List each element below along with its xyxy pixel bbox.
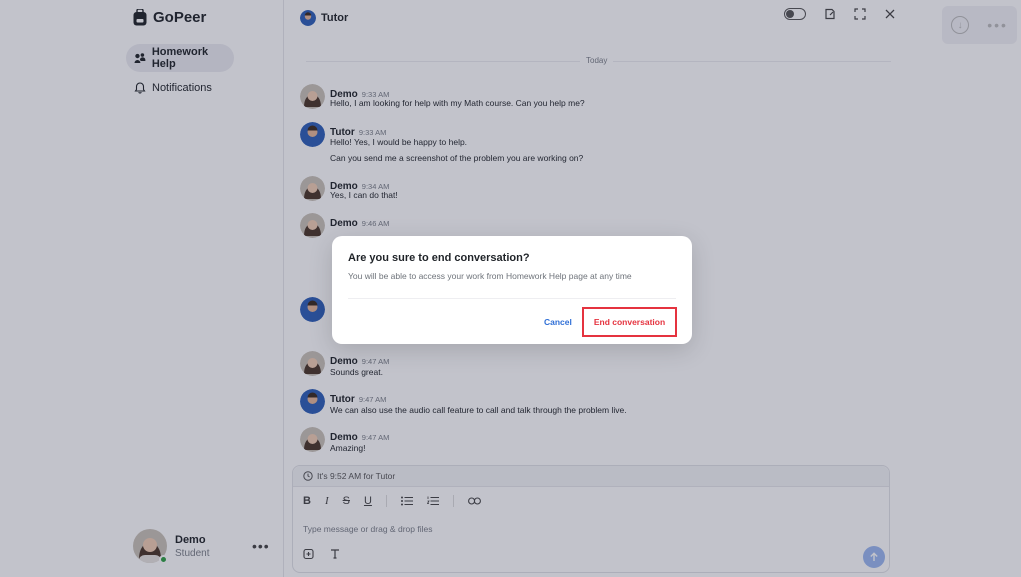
dialog-title: Are you sure to end conversation? bbox=[348, 252, 530, 264]
end-conversation-button[interactable]: End conversation bbox=[582, 307, 677, 337]
end-conversation-dialog: Are you sure to end conversation? You wi… bbox=[332, 236, 692, 344]
cancel-button[interactable]: Cancel bbox=[544, 317, 572, 327]
dialog-divider bbox=[348, 298, 676, 299]
dialog-subtitle: You will be able to access your work fro… bbox=[348, 271, 632, 281]
